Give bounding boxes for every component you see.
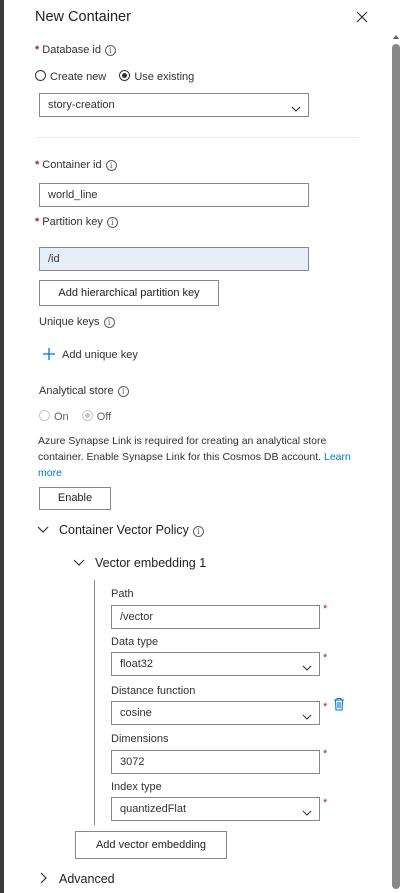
- database-id-label: * Database id i: [35, 44, 116, 56]
- required-mark: *: [323, 748, 328, 760]
- add-unique-key-label: Add unique key: [62, 349, 138, 361]
- radio-analytical-off[interactable]: Off: [81, 410, 121, 423]
- distance-function-label: Distance function: [111, 685, 196, 697]
- distance-function-value: cosine: [120, 707, 152, 719]
- info-icon[interactable]: i: [105, 45, 116, 56]
- required-mark: *: [323, 701, 328, 713]
- info-icon[interactable]: i: [103, 317, 115, 328]
- chevron-down-icon: [37, 523, 49, 535]
- enable-button[interactable]: Enable: [39, 487, 111, 510]
- scrollbar-thumb[interactable]: [392, 44, 400, 889]
- database-select-value: story-creation: [48, 99, 115, 111]
- new-container-panel: New Container * Database id i Create new U…: [0, 0, 400, 893]
- advanced-title: Advanced: [59, 872, 115, 886]
- index-type-select[interactable]: quantizedFlat: [111, 797, 320, 821]
- vector-embedding-header[interactable]: Vector embedding 1: [73, 556, 206, 570]
- dimensions-label: Dimensions: [111, 733, 169, 745]
- required-mark: *: [323, 797, 328, 809]
- panel-title: New Container: [35, 9, 131, 25]
- chevron-down-icon: [302, 659, 312, 671]
- synapse-link-note: Azure Synapse Link is required for creat…: [38, 435, 351, 479]
- distance-function-select[interactable]: cosine: [111, 701, 320, 725]
- data-type-label: Data type: [111, 636, 159, 648]
- section-divider: [35, 137, 358, 138]
- chevron-down-icon: [302, 708, 312, 720]
- radio-analytical-on[interactable]: On: [39, 410, 79, 423]
- radio-checked-icon: [119, 70, 131, 81]
- analytical-radio-group: On Off: [39, 410, 121, 423]
- add-unique-key-button[interactable]: Add unique key: [42, 347, 138, 361]
- vector-policy-header[interactable]: Container Vector Policy i: [37, 523, 204, 537]
- vector-embedding-title: Vector embedding 1: [95, 556, 207, 570]
- index-type-label: Index type: [111, 781, 162, 793]
- unique-keys-label: Unique keys i: [39, 316, 115, 328]
- partition-key-label: * Partition key i: [35, 216, 118, 228]
- embedding-group-line: [94, 580, 95, 825]
- radio-checked-icon: [81, 410, 93, 421]
- path-input[interactable]: /vector: [111, 605, 320, 629]
- info-icon[interactable]: i: [117, 386, 129, 397]
- radio-create-new[interactable]: Create new: [35, 70, 116, 83]
- scroll-up-icon[interactable]: [392, 32, 400, 40]
- data-type-value: float32: [120, 658, 154, 670]
- index-type-value: quantizedFlat: [120, 803, 187, 815]
- database-radio-group: Create new Use existing: [35, 70, 204, 83]
- container-id-input[interactable]: world_line: [39, 183, 309, 207]
- close-icon[interactable]: [354, 9, 370, 25]
- add-vector-embedding-button[interactable]: Add vector embedding: [75, 831, 227, 859]
- vector-policy-title: Container Vector Policy: [59, 523, 189, 537]
- data-type-select[interactable]: float32: [111, 652, 320, 676]
- partition-key-input[interactable]: /id: [39, 247, 309, 271]
- info-icon[interactable]: i: [106, 217, 118, 228]
- radio-use-existing[interactable]: Use existing: [119, 70, 204, 83]
- info-icon[interactable]: i: [105, 160, 117, 171]
- advanced-header[interactable]: Advanced: [37, 872, 115, 886]
- analytical-store-label: Analytical store i: [39, 385, 129, 397]
- required-mark: *: [323, 603, 328, 615]
- container-id-label: * Container id i: [35, 159, 117, 171]
- radio-icon: [35, 70, 46, 81]
- plus-icon: [42, 347, 56, 361]
- radio-icon: [39, 410, 50, 421]
- add-hierarchical-partition-key-button[interactable]: Add hierarchical partition key: [39, 280, 219, 306]
- chevron-down-icon: [291, 100, 301, 112]
- database-select[interactable]: story-creation: [39, 93, 309, 117]
- chevron-down-icon: [302, 804, 312, 816]
- path-label: Path: [111, 588, 134, 600]
- chevron-right-icon: [37, 872, 49, 884]
- delete-icon[interactable]: [332, 697, 346, 711]
- required-mark: *: [323, 652, 328, 664]
- info-icon[interactable]: i: [192, 526, 204, 537]
- dimensions-input[interactable]: 3072: [111, 750, 320, 774]
- chevron-down-icon: [73, 556, 85, 568]
